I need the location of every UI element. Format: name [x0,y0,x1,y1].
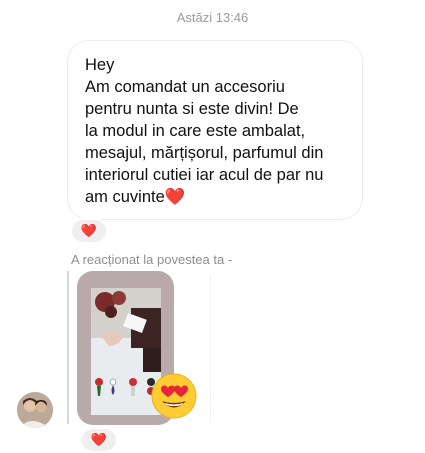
message-line: la modul in care este ambalat, [85,122,306,140]
message-line-last: am cuvinte❤️ [85,186,346,208]
gutter-line [210,275,211,425]
message-line: Am comandat un accesoriu [85,78,285,96]
reply-indicator-bar [67,271,69,424]
message-reaction-badge[interactable]: ❤️ [70,218,108,244]
heart-reaction-icon: ❤️ [80,223,98,238]
story-reaction-note: A reacționat la povestea ta - [71,252,233,267]
avatar[interactable] [17,392,53,428]
message-line: pentru nunta si este divin! De [85,100,299,118]
heart-emoji-icon: ❤️ [164,188,186,206]
message-line: mesajul, mărțișorul, parfumul din [85,144,324,162]
story-reaction-badge[interactable]: ❤️ [80,427,118,453]
message-bubble[interactable]: Hey Am comandat un accesoriu pentru nunt… [67,40,363,220]
timestamp: Astăzi 13:46 [176,10,249,25]
heart-reaction-icon: ❤️ [90,432,108,447]
message-line: am cuvinte [85,188,165,206]
message-line: interiorul cutiei iar acul de par nu [85,166,324,184]
message-line: Hey [85,56,115,74]
heart-eyes-emoji-icon [150,372,198,420]
